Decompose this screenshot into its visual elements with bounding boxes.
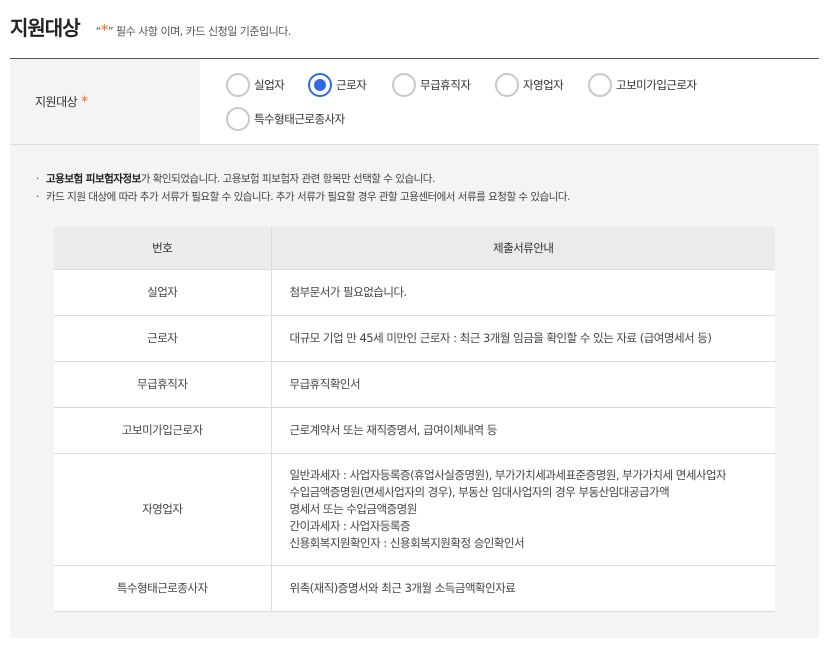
radio-circle[interactable] bbox=[392, 73, 416, 97]
radio-circle[interactable] bbox=[588, 73, 612, 97]
doc-line: 명세서 또는 수입금액증명원 bbox=[289, 501, 418, 516]
table-row: 무급휴직자 무급휴직확인서 bbox=[54, 361, 775, 408]
radio-option-unpaid-leave[interactable]: 무급휴직자 bbox=[392, 73, 471, 97]
doc-line: 간이과세자 : 사업자등록증 bbox=[289, 518, 411, 533]
required-mark: * bbox=[81, 93, 88, 110]
row-category: 무급휴직자 bbox=[54, 361, 272, 408]
row-category: 자영업자 bbox=[54, 453, 272, 566]
table-row: 고보미가입근로자 근로계약서 또는 재직증명서, 급여이체내역 등 bbox=[54, 407, 775, 454]
table-row: 특수형태근로종사자 위촉(재직)증명서와 최근 3개월 소득금액확인자료 bbox=[54, 565, 775, 612]
info-bullet-documents: 카드 지원 대상에 따라 추가 서류가 필요할 수 있습니다. 추가 서류가 필… bbox=[36, 188, 570, 206]
table-header-row: 번호 제출서류안내 bbox=[54, 227, 775, 270]
row-documents: 첨부문서가 필요없습니다. bbox=[271, 269, 775, 316]
radio-option-worker[interactable]: 근로자 bbox=[308, 73, 367, 97]
radio-circle[interactable] bbox=[226, 107, 250, 131]
page-header: 지원대상 “*” 필수 사항 이며, 카드 신청일 기준입니다. bbox=[10, 12, 291, 42]
row-documents: 대규모 기업 만 45세 미만인 근로자 : 최근 3개월 임금을 확인할 수 … bbox=[271, 315, 775, 362]
row-documents: 근로계약서 또는 재직증명서, 급여이체내역 등 bbox=[271, 407, 775, 454]
required-note: “*” 필수 사항 이며, 카드 신청일 기준입니다. bbox=[95, 21, 292, 39]
page-title: 지원대상 bbox=[10, 16, 81, 40]
radio-circle[interactable] bbox=[226, 73, 250, 97]
row-category: 고보미가입근로자 bbox=[54, 407, 272, 454]
support-target-form: 지원대상 * 실업자 근로자 무급휴직자 자영업자 고보미가입근로자 특수형태근로… bbox=[10, 58, 819, 145]
document-table: 번호 제출서류안내 실업자 첨부문서가 필요없습니다. 근로자 대규모 기업 만… bbox=[54, 227, 775, 612]
radio-option-self-employed[interactable]: 자영업자 bbox=[495, 73, 564, 97]
table-row: 자영업자 일반과세자 : 사업자등록증(휴업사실증명원), 부가가치세과세표준증… bbox=[54, 453, 775, 566]
info-bullets: 고용보험 피보험자정보가 확인되었습니다. 고용보험 피보험자 관련 항목만 선… bbox=[36, 170, 570, 206]
document-info-section: 고용보험 피보험자정보가 확인되었습니다. 고용보험 피보험자 관련 항목만 선… bbox=[10, 145, 819, 638]
radio-circle-checked[interactable] bbox=[308, 73, 332, 97]
radio-circle[interactable] bbox=[495, 73, 519, 97]
row-category: 근로자 bbox=[54, 315, 272, 362]
doc-line: 신용회복지원확인자 : 신용회복지원확정 승인확인서 bbox=[289, 535, 525, 550]
table-row: 실업자 첨부문서가 필요없습니다. bbox=[54, 269, 775, 316]
radio-option-uninsured-worker[interactable]: 고보미가입근로자 bbox=[588, 73, 697, 97]
table-row: 근로자 대규모 기업 만 45세 미만인 근로자 : 최근 3개월 임금을 확인… bbox=[54, 315, 775, 362]
row-documents: 일반과세자 : 사업자등록증(휴업사실증명원), 부가가치세과세표준증명원, 부… bbox=[271, 453, 775, 566]
radio-option-special-worker[interactable]: 특수형태근로종사자 bbox=[226, 107, 345, 131]
doc-line: 수입금액증명원(면세사업자의 경우), 부동산 임대사업자의 경우 부동산임대공… bbox=[289, 484, 670, 499]
column-header-number: 번호 bbox=[54, 227, 272, 270]
required-star: * bbox=[100, 21, 109, 39]
info-bullet-insurance: 고용보험 피보험자정보가 확인되었습니다. 고용보험 피보험자 관련 항목만 선… bbox=[36, 170, 570, 188]
row-documents: 위촉(재직)증명서와 최근 3개월 소득금액확인자료 bbox=[271, 565, 775, 612]
support-target-label: 지원대상 * bbox=[10, 59, 200, 144]
row-category: 특수형태근로종사자 bbox=[54, 565, 272, 612]
doc-line: 일반과세자 : 사업자등록증(휴업사실증명원), 부가가치세과세표준증명원, 부… bbox=[289, 467, 727, 482]
row-documents: 무급휴직확인서 bbox=[271, 361, 775, 408]
row-category: 실업자 bbox=[54, 269, 272, 316]
column-header-documents: 제출서류안내 bbox=[271, 227, 775, 270]
support-target-options: 실업자 근로자 무급휴직자 자영업자 고보미가입근로자 특수형태근로종사자 bbox=[200, 59, 819, 144]
radio-option-unemployed[interactable]: 실업자 bbox=[226, 73, 285, 97]
